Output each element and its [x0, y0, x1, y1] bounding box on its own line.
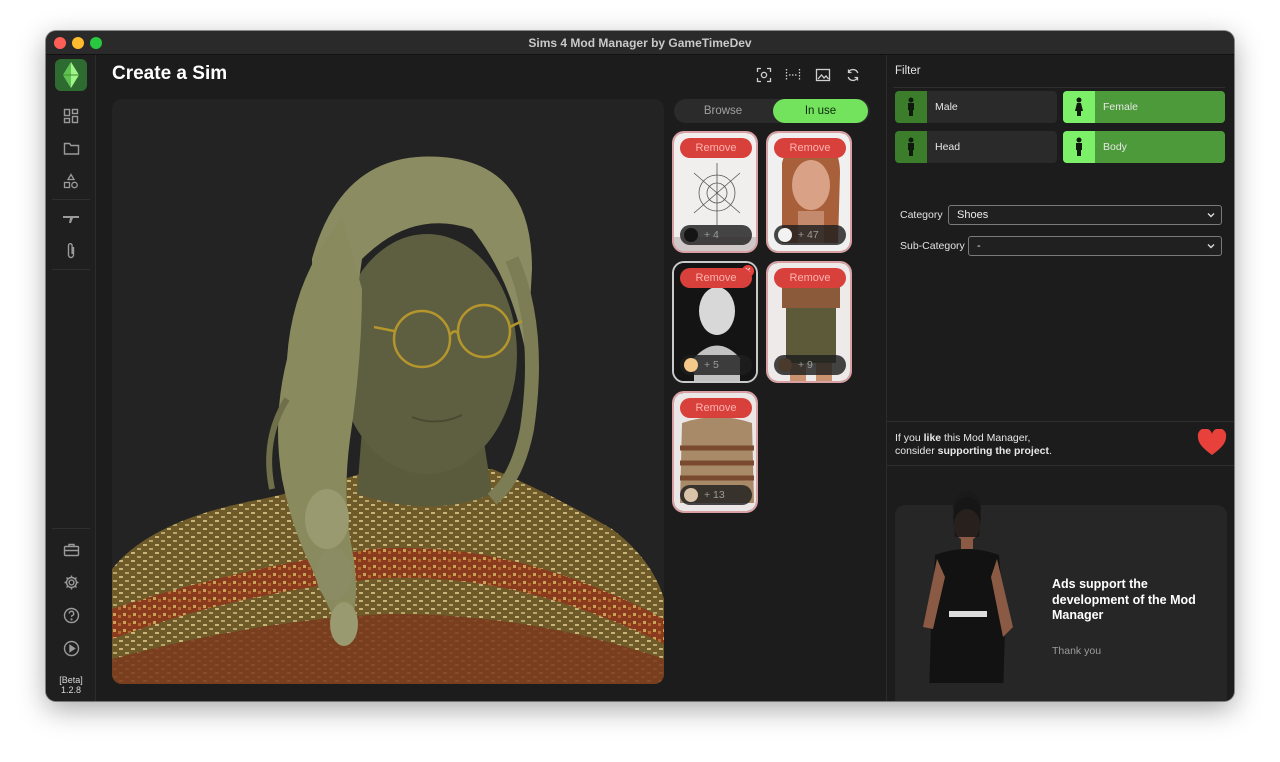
ad-sim-illustration — [923, 491, 1013, 683]
variant-count-label: + 13 — [704, 489, 725, 501]
folder-icon[interactable] — [58, 135, 84, 161]
toolbox-icon[interactable] — [58, 536, 84, 562]
filter-head-label: Head — [935, 141, 961, 153]
sidebar-divider — [52, 199, 90, 200]
variant-count-label: + 4 — [704, 229, 719, 241]
browse-inuse-tabs: Browse In use — [674, 99, 870, 123]
chevron-down-icon — [1207, 244, 1215, 249]
filter-title: Filter — [895, 65, 921, 77]
filter-body-button[interactable]: Body — [1063, 131, 1225, 163]
color-swatch — [778, 358, 792, 372]
color-swatch — [778, 228, 792, 242]
remove-button[interactable]: Remove — [680, 268, 752, 288]
variant-count: + 13 — [680, 485, 752, 505]
person-icon — [895, 91, 927, 123]
help-icon[interactable] — [58, 602, 84, 628]
divider — [887, 421, 1234, 422]
dashboard-icon[interactable] — [58, 103, 84, 129]
filter-panel: Filter Male Female Head Body Category Sh… — [886, 55, 1234, 701]
variant-count-label: + 9 — [798, 359, 813, 371]
person-icon — [1063, 91, 1095, 123]
window-controls — [54, 37, 102, 49]
variant-count: + 47 — [774, 225, 846, 245]
subcategory-label: Sub-Category — [900, 240, 965, 252]
remove-button[interactable]: Remove — [680, 398, 752, 418]
support-project-link[interactable]: supporting the project — [938, 445, 1049, 457]
image-icon[interactable] — [813, 65, 833, 85]
support-text-part: consider — [895, 445, 938, 457]
color-swatch — [684, 488, 698, 502]
shapes-icon[interactable] — [58, 168, 84, 194]
page-title: Create a Sim — [112, 63, 228, 84]
version-label: [Beta] 1.2.8 — [46, 675, 96, 695]
filter-female-label: Female — [1103, 101, 1139, 113]
version-number: 1.2.8 — [60, 685, 82, 695]
support-text-part: . — [1049, 445, 1052, 457]
focus-icon[interactable] — [754, 65, 774, 85]
fit-width-icon[interactable] — [783, 65, 803, 85]
title-bar: Sims 4 Mod Manager by GameTimeDev — [46, 31, 1234, 55]
filter-male-label: Male — [935, 101, 958, 113]
tab-in-use[interactable]: In use — [773, 99, 868, 123]
support-text-bold: like — [923, 432, 942, 444]
close-window-button[interactable] — [54, 37, 66, 49]
variant-count: + 4 — [680, 225, 752, 245]
refresh-icon[interactable] — [843, 65, 863, 85]
mod-card[interactable]: Remove + 4 — [672, 131, 758, 253]
variant-count-label: + 47 — [798, 229, 819, 241]
play-icon[interactable] — [58, 635, 84, 661]
sidebar-divider — [52, 269, 90, 270]
filter-female-button[interactable]: Female — [1063, 91, 1225, 123]
remove-button[interactable]: Remove — [680, 138, 752, 158]
minimize-window-button[interactable] — [72, 37, 84, 49]
person-icon — [1063, 131, 1095, 163]
mod-card[interactable]: ✕ Remove + 5 — [672, 261, 758, 383]
plane-icon[interactable] — [58, 206, 84, 232]
mod-card[interactable]: Remove + 9 — [766, 261, 852, 383]
remove-button[interactable]: Remove — [774, 268, 846, 288]
gear-icon[interactable] — [58, 569, 84, 595]
divider — [893, 87, 1225, 88]
person-icon — [895, 131, 927, 163]
tab-browse[interactable]: Browse — [674, 99, 772, 123]
mod-card[interactable]: Remove + 13 — [672, 391, 758, 513]
category-select[interactable]: Shoes — [948, 205, 1222, 225]
ad-headline: Ads support the development of the Mod M… — [1052, 577, 1196, 622]
support-text-part: this Mod Manager, — [941, 432, 1031, 444]
variant-count: + 9 — [774, 355, 846, 375]
sidebar: [Beta] 1.2.8 — [46, 55, 96, 701]
subcategory-select[interactable]: - — [968, 236, 1222, 256]
ad-thanks: Thank you — [1052, 645, 1102, 657]
category-label: Category — [900, 209, 943, 221]
color-swatch — [684, 228, 698, 242]
subcategory-value: - — [977, 240, 981, 252]
variant-count: + 5 — [680, 355, 752, 375]
sidebar-divider — [52, 528, 90, 529]
support-message: If you like this Mod Manager, consider s… — [895, 432, 1052, 458]
mod-card[interactable]: Remove + 47 — [766, 131, 852, 253]
app-window: Sims 4 Mod Manager by GameTimeDev [Beta]… — [46, 31, 1234, 701]
remove-button[interactable]: Remove — [774, 138, 846, 158]
maximize-window-button[interactable] — [90, 37, 102, 49]
filter-head-button[interactable]: Head — [895, 131, 1057, 163]
category-value: Shoes — [957, 209, 989, 221]
chevron-down-icon — [1207, 213, 1215, 218]
filter-body-label: Body — [1103, 141, 1127, 153]
heart-icon[interactable] — [1197, 429, 1227, 457]
support-text-part: If you — [895, 432, 924, 444]
version-tag: [Beta] — [59, 675, 83, 685]
variant-count-label: + 5 — [704, 359, 719, 371]
window-title: Sims 4 Mod Manager by GameTimeDev — [528, 35, 752, 50]
app-logo[interactable] — [55, 59, 87, 91]
sim-preview-viewport[interactable] — [112, 99, 664, 684]
paperclip-icon[interactable] — [58, 238, 84, 264]
plumbob-icon — [63, 62, 79, 88]
sim-model-render — [112, 156, 664, 684]
filter-male-button[interactable]: Male — [895, 91, 1057, 123]
color-swatch — [684, 358, 698, 372]
divider — [887, 465, 1234, 466]
